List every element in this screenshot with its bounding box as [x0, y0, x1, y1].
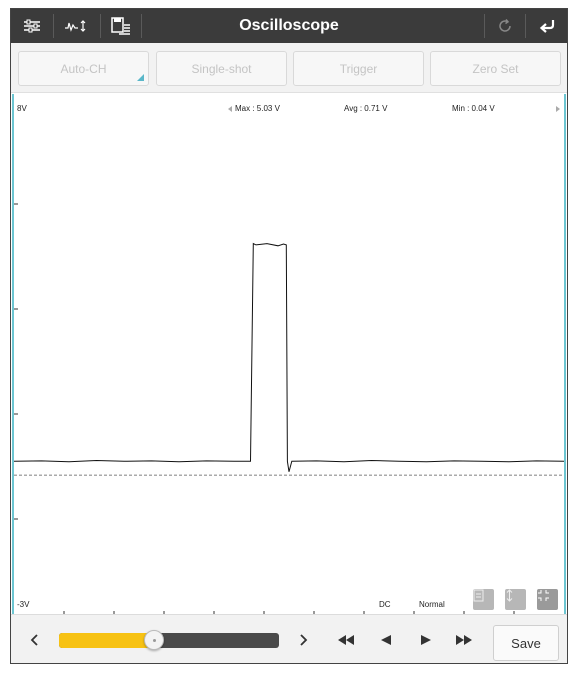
refresh-icon[interactable]	[485, 9, 525, 43]
document-icon[interactable]	[473, 589, 494, 610]
chevron-left-icon[interactable]	[19, 615, 49, 663]
left-arrow-icon[interactable]	[228, 105, 232, 112]
signal-trace	[14, 242, 564, 472]
title-bar: Oscilloscope	[11, 9, 567, 43]
save-button[interactable]: Save	[493, 625, 559, 661]
vertical-arrows-icon[interactable]	[505, 589, 526, 610]
avg-value: Avg : 0.71 V	[344, 104, 388, 113]
step-forward-icon[interactable]	[409, 615, 443, 663]
single-shot-button[interactable]: Single-shot	[156, 51, 287, 86]
max-readout: Max : 5.03 V	[228, 104, 280, 113]
right-arrow-icon[interactable]	[556, 104, 563, 113]
waveform-icon[interactable]	[54, 9, 100, 43]
waveform-plot	[14, 203, 564, 614]
top-scale-label: 8V	[17, 104, 27, 113]
fast-forward-icon[interactable]	[447, 615, 481, 663]
slider-thumb[interactable]	[143, 630, 164, 650]
single-shot-label: Single-shot	[191, 61, 252, 76]
axis-ticks	[14, 203, 515, 614]
zero-set-button[interactable]: Zero Set	[430, 51, 561, 86]
mode-toolbar: Auto-CH Single-shot Trigger Zero Set	[11, 43, 567, 93]
min-value: Min : 0.04 V	[452, 104, 495, 113]
back-arrow-icon[interactable]	[526, 9, 567, 43]
trigger-mode-label: Normal	[419, 600, 445, 609]
dropdown-corner-icon	[137, 74, 144, 81]
bottom-control-bar: Save	[11, 614, 567, 663]
auto-ch-label: Auto-CH	[60, 61, 107, 76]
zero-set-label: Zero Set	[472, 61, 519, 76]
auto-ch-button[interactable]: Auto-CH	[18, 51, 149, 86]
rewind-icon[interactable]	[329, 615, 363, 663]
slider-fill	[59, 633, 154, 648]
chevron-right-icon[interactable]	[289, 615, 319, 663]
time-slider[interactable]	[59, 633, 279, 648]
settings-sliders-icon[interactable]	[11, 9, 53, 43]
scope-display[interactable]: 8V Max : 5.03 V Avg : 0.71 V Min : 0.04 …	[12, 94, 566, 614]
trigger-button[interactable]: Trigger	[293, 51, 424, 86]
trigger-label: Trigger	[339, 61, 378, 76]
bottom-scale-label: -3V	[17, 600, 30, 609]
max-value: Max : 5.03 V	[235, 104, 280, 113]
coupling-label: DC	[379, 600, 391, 609]
collapse-icon[interactable]	[537, 589, 558, 610]
save-list-icon[interactable]	[101, 9, 141, 43]
app-window: Oscilloscope Auto-CH Single-shot Trigger	[10, 8, 568, 664]
step-back-icon[interactable]	[369, 615, 403, 663]
